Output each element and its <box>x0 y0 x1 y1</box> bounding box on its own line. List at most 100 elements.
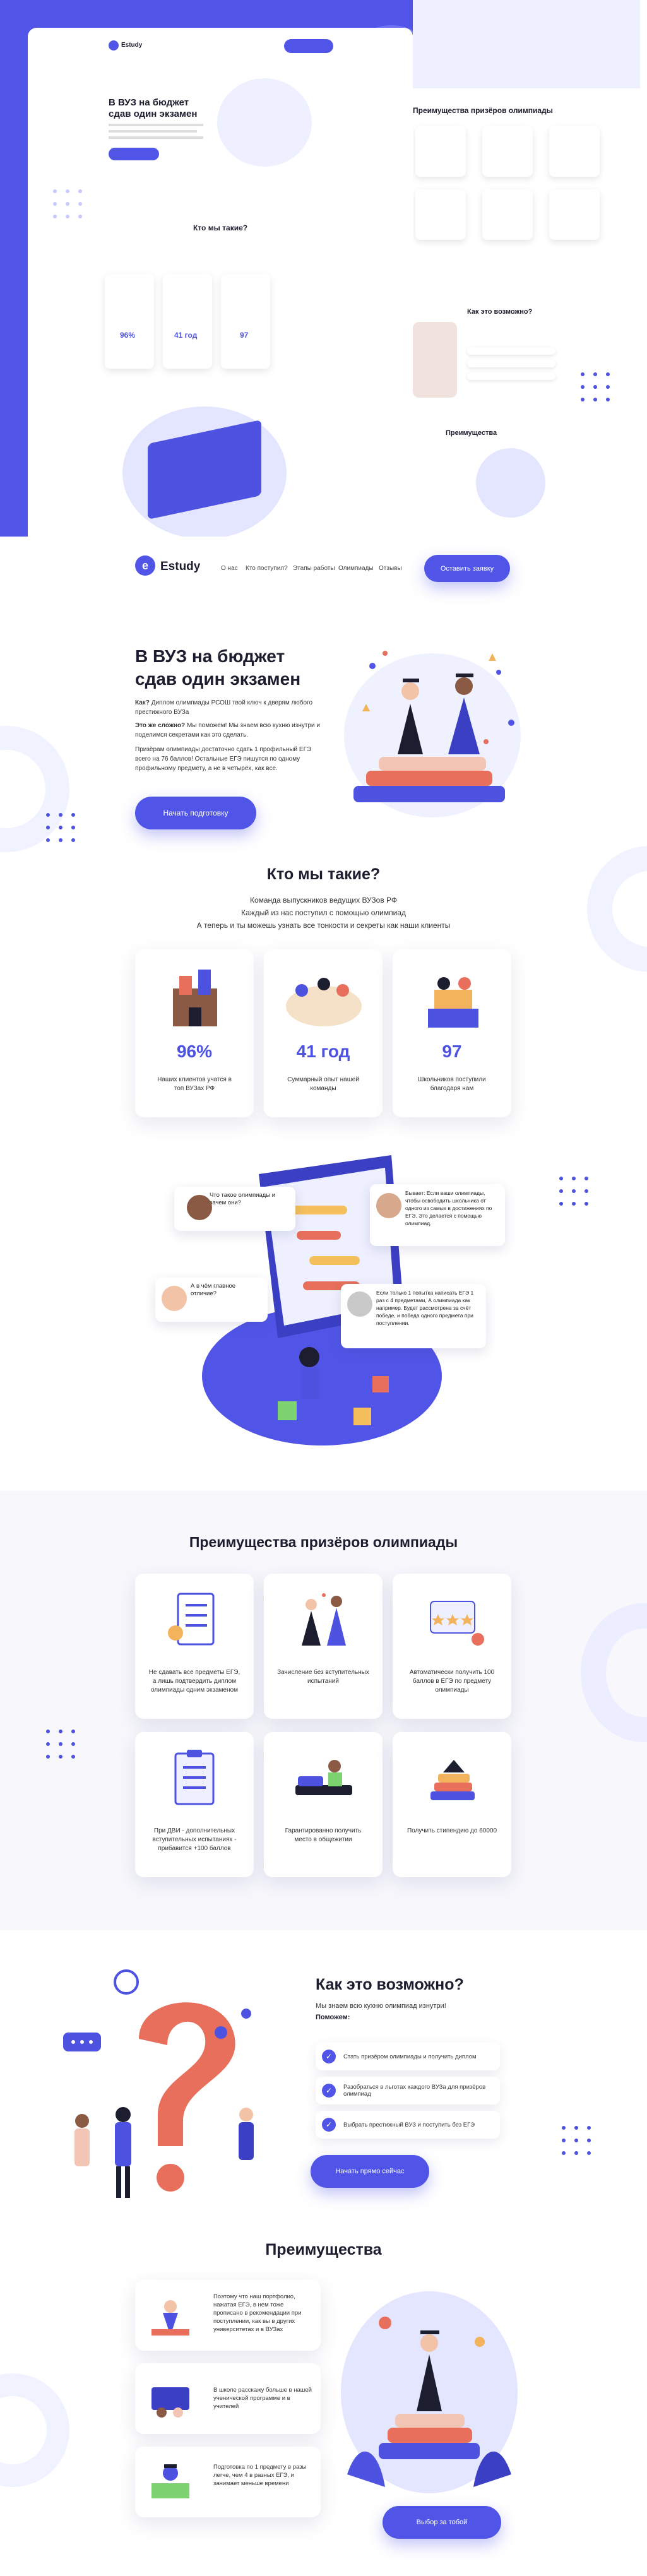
stat-caption: Наших клиентов учатся в топ ВУЗах РФ <box>157 1076 232 1092</box>
clipboard-icon <box>174 1750 215 1805</box>
preview-hero-title-2: сдав один экзамен <box>109 109 198 119</box>
choice-button[interactable]: Выбор за тобой <box>383 2506 501 2539</box>
preview-question-illustration <box>413 322 457 398</box>
advantage-card: Поэтому что наш портфолио, нажатая ЕГЭ, … <box>135 2280 321 2351</box>
how-title: Как это возможно? <box>316 1976 464 1993</box>
preview-how-row <box>467 372 555 380</box>
preview-how-row <box>467 360 555 367</box>
decor-ring <box>0 2373 69 2487</box>
stat-caption: Суммарный опыт нашей команды <box>287 1076 359 1092</box>
preview-page-side: Преимущества призёров олимпиады Как это … <box>413 0 647 537</box>
advantage-text: Поэтому что наш портфолио, нажатая ЕГЭ, … <box>213 2293 302 2333</box>
preview-benefits-title: Преимущества призёров олимпиады <box>413 106 553 115</box>
avatar-girl <box>187 1195 212 1220</box>
preview-adv-title: Преимущества <box>446 429 497 437</box>
hero-p1: Как? Диплом олимпиады РСОШ твой ключ к д… <box>135 698 324 717</box>
advantage-illustration <box>151 2387 189 2418</box>
about-sub1: Команда выпускников ведущих ВУЗов РФ <box>249 896 398 905</box>
decor-dots <box>53 189 82 218</box>
how-item-text: Разобраться в льготах каждого ВУЗа для п… <box>343 2084 486 2098</box>
hero-title-2: сдав один экзамен <box>135 669 301 689</box>
stat-caption: Школьников поступили благодаря нам <box>418 1076 486 1092</box>
preview-about-title: Кто мы такие? <box>193 223 248 232</box>
stat-value: 41 год <box>296 1042 350 1061</box>
stat-card: 96% Наших клиентов учатся в топ ВУЗах РФ <box>135 949 254 1117</box>
about-sub3: А теперь и ты можешь узнать все тонкости… <box>196 921 451 930</box>
dormitory-icon <box>295 1760 352 1795</box>
advantage-card: В школе расскажу больше в нашей ученичес… <box>135 2363 321 2434</box>
hero-p3: Призёрам олимпиады достаточно сдать 1 пр… <box>135 746 312 772</box>
brand-name[interactable]: Estudy <box>160 560 200 574</box>
benefit-caption: Зачисление без вступительных испытаний <box>277 1669 369 1685</box>
preview-adv-illustration <box>476 448 545 518</box>
advantage-illustration <box>151 2300 189 2336</box>
advantage-text: Подготовка по 1 предмету в разы легче, ч… <box>213 2464 307 2487</box>
check-icon: ✓ <box>322 2118 336 2132</box>
preview-hero-title: В ВУЗ на бюджет <box>109 97 189 108</box>
decor-dots <box>46 813 75 842</box>
preview-brand: Estudy <box>121 42 143 49</box>
preview-text-line <box>109 136 203 139</box>
decor-dots <box>581 372 610 401</box>
decor-dots <box>559 1177 588 1206</box>
chat-a2-text: Если только 1 попытка написать ЕГЭ 1 раз… <box>376 1290 474 1326</box>
nav-item-about[interactable]: О нас <box>221 565 238 572</box>
check-icon: ✓ <box>322 2084 336 2098</box>
preview-how-row <box>467 347 555 355</box>
avatar-professor <box>347 1291 372 1317</box>
stat-card: 41 год Суммарный опыт нашей команды <box>264 949 383 1117</box>
start-prep-button[interactable]: Начать подготовку <box>135 797 256 829</box>
hero-title: В ВУЗ на бюджет <box>135 646 285 666</box>
preview-stat-card <box>105 274 154 369</box>
about-title: Кто мы такие? <box>266 865 381 883</box>
nav-item-who[interactable]: Кто поступил? <box>246 565 288 572</box>
hero-p2: Это же сложно? Мы поможем! Мы знаем всю … <box>135 721 324 740</box>
about-subtitle: Команда выпускников ведущих ВУЗов РФ Каж… <box>0 894 647 932</box>
logo-icon[interactable]: e <box>135 555 155 576</box>
header-cta-button[interactable]: Оставить заявку <box>424 555 510 582</box>
question-illustration <box>63 1969 254 2198</box>
chat-q2-text: А в чём главное отличие? <box>191 1283 236 1297</box>
decor-dots <box>562 2126 591 2155</box>
preview-page-main: Estudy В ВУЗ на бюджет сдав один экзамен… <box>28 28 413 537</box>
preview-hero-button <box>109 148 159 160</box>
avatar-boy <box>162 1286 187 1311</box>
avatar-man <box>376 1193 401 1218</box>
how-item-text: Стать призёром олимпиады и получить дипл… <box>343 2053 477 2060</box>
benefit-card: Автоматически получить 100 баллов в ЕГЭ … <box>393 1574 511 1719</box>
nav-item-stages[interactable]: Этапы работы <box>293 565 335 572</box>
advantages-illustration <box>341 2291 518 2493</box>
preview-stat: 41 год <box>174 331 198 340</box>
page-root: { "brand":{"name":"Estudy","accent":"#50… <box>0 0 647 2576</box>
preview-stat-card <box>221 274 270 369</box>
preview-how-title: Как это возможно? <box>467 308 533 316</box>
nav-item-reviews[interactable]: Отзывы <box>379 565 402 572</box>
how-sub1: Мы знаем всю кухню олимпиад изнутри! <box>316 2002 446 2010</box>
preview-side-top <box>413 0 640 88</box>
benefits-title: Преимущества призёров олимпиады <box>189 1534 458 1550</box>
preview-stat: 96% <box>120 331 136 340</box>
benefit-card: Зачисление без вступительных испытаний <box>264 1574 383 1719</box>
decor-dots <box>46 1730 75 1759</box>
chat-a1-text: Бывает: Если ваши олимпиады, чтобы освоб… <box>405 1190 492 1226</box>
stat-value: 97 <box>442 1042 462 1061</box>
stat-card: 97 Школьников поступили благодаря нам <box>393 949 511 1117</box>
preview-text-line <box>109 130 197 133</box>
about-sub2: Каждый из нас поступил с помощью олимпиа… <box>241 908 406 917</box>
nav-item-olymp[interactable]: Олимпиады <box>338 565 374 572</box>
preview-benefit-card <box>415 189 466 240</box>
preview-benefit-card <box>482 126 533 177</box>
preview-stat-card <box>163 274 212 369</box>
scholarship-icon <box>430 1760 475 1800</box>
castle-illustration <box>173 970 217 1026</box>
how-item: Стать призёром олимпиады и получить дипл… <box>316 2043 500 2070</box>
start-now-button[interactable]: Начать прямо сейчас <box>311 2155 429 2188</box>
advantage-card: Подготовка по 1 предмету в разы легче, ч… <box>135 2447 321 2517</box>
how-item-text: Выбрать престижный ВУЗ и поступить без Е… <box>343 2121 475 2128</box>
how-sub2: Поможем: <box>316 2014 350 2021</box>
benefit-card: Гарантированно получить место в общежити… <box>264 1732 383 1877</box>
preview-text-line <box>109 124 203 126</box>
how-item: Выбрать престижный ВУЗ и поступить без Е… <box>316 2111 500 2139</box>
logo-icon <box>109 40 119 50</box>
how-item: Разобраться в льготах каждого ВУЗа для п… <box>316 2077 500 2104</box>
